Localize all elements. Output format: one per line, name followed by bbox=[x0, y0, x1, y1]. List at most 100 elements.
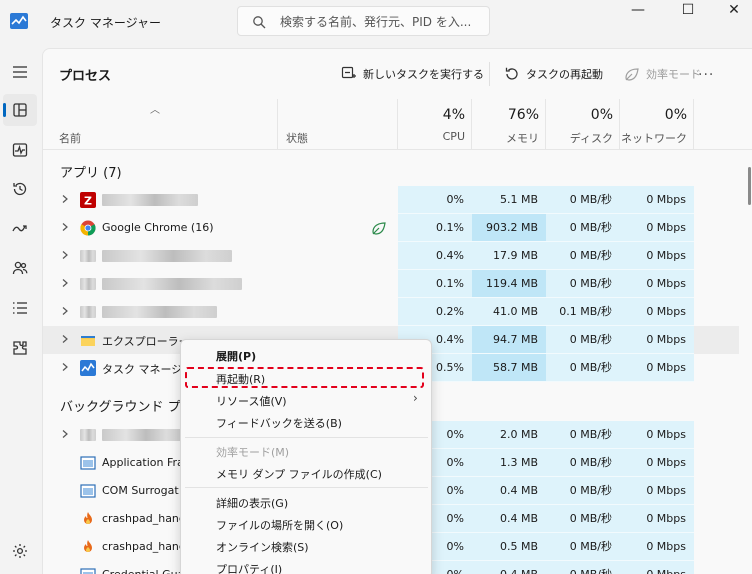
restart-task-label: タスクの再起動 bbox=[526, 68, 603, 81]
sidebar-item-services[interactable] bbox=[3, 332, 37, 364]
new-task-icon bbox=[341, 66, 356, 79]
expand-chevron-right-icon[interactable] bbox=[60, 362, 70, 372]
redacted-process-name bbox=[102, 250, 232, 262]
network-cell: 0 Mbps bbox=[620, 326, 694, 354]
expand-chevron-right-icon[interactable] bbox=[60, 278, 70, 288]
memory-total: 76% bbox=[507, 107, 539, 123]
efficiency-mode-button[interactable]: 効率モード bbox=[624, 63, 701, 85]
expand-chevron-right-icon[interactable] bbox=[60, 429, 70, 439]
services-icon bbox=[13, 341, 27, 355]
settings-icon bbox=[13, 544, 27, 558]
more-options-button[interactable]: ... bbox=[698, 63, 714, 79]
sidebar-item-settings[interactable] bbox=[3, 535, 37, 567]
svg-text:Z: Z bbox=[84, 195, 92, 208]
search-input[interactable] bbox=[280, 12, 480, 32]
hamburger-menu-button[interactable] bbox=[3, 56, 37, 88]
menu-item-expand[interactable]: 展開(P) bbox=[216, 348, 256, 364]
redacted-process-name bbox=[102, 194, 198, 206]
search-icon bbox=[253, 16, 266, 29]
app-title: タスク マネージャー bbox=[50, 16, 161, 30]
sidebar bbox=[0, 44, 42, 574]
startup-apps-icon bbox=[12, 225, 27, 232]
restart-icon bbox=[505, 67, 518, 80]
minimize-button[interactable]: — bbox=[616, 0, 660, 20]
memory-cell: 1.3 MB bbox=[472, 449, 546, 477]
group-title-apps: アプリ (7) bbox=[60, 166, 122, 181]
page-title: プロセス bbox=[59, 69, 112, 84]
memory-cell: 58.7 MB bbox=[472, 354, 546, 382]
process-row[interactable]: Google Chrome (16) 0.1% 903.2 MB 0 MB/秒 0 Mb… bbox=[43, 214, 739, 242]
details-icon bbox=[13, 302, 27, 314]
disk-label: ディスク bbox=[569, 132, 613, 145]
maximize-button[interactable]: ☐ bbox=[666, 0, 710, 20]
cpu-cell: 0% bbox=[398, 186, 472, 214]
filezilla-icon: Z bbox=[80, 192, 96, 208]
sidebar-item-processes[interactable] bbox=[3, 94, 37, 126]
users-icon bbox=[12, 261, 28, 275]
disk-cell: 0 MB/秒 bbox=[546, 421, 620, 449]
vertical-scrollbar-thumb[interactable] bbox=[748, 167, 751, 205]
memory-cell: 94.7 MB bbox=[472, 326, 546, 354]
expand-chevron-right-icon[interactable] bbox=[60, 222, 70, 232]
column-status-label: 状態 bbox=[286, 132, 308, 145]
cpu-label: CPU bbox=[442, 130, 465, 143]
toolbar-divider bbox=[489, 62, 490, 86]
menu-item-efficiency-mode[interactable]: 効率モード(M) bbox=[216, 444, 289, 460]
expand-chevron-right-icon[interactable] bbox=[60, 334, 70, 344]
run-new-task-button[interactable]: 新しいタスクを実行する bbox=[341, 63, 484, 85]
expand-chevron-right-icon[interactable] bbox=[60, 306, 70, 316]
redacted-process-name bbox=[80, 429, 96, 441]
process-row[interactable]: 0.1% 119.4 MB 0 MB/秒 0 Mbps bbox=[43, 270, 739, 298]
search-box[interactable] bbox=[237, 6, 490, 36]
disk-cell: 0 MB/秒 bbox=[546, 505, 620, 533]
task-manager-icon bbox=[80, 360, 96, 376]
redacted-process-name bbox=[102, 278, 242, 290]
disk-cell: 0 MB/秒 bbox=[546, 326, 620, 354]
menu-item-open-file-location[interactable]: ファイルの場所を開く(O) bbox=[216, 517, 343, 533]
sidebar-item-users[interactable] bbox=[3, 252, 37, 284]
app-history-icon bbox=[13, 182, 27, 196]
cpu-cell: 0.2% bbox=[398, 298, 472, 326]
close-button[interactable]: ✕ bbox=[712, 0, 752, 20]
column-name-label: 名前 bbox=[59, 132, 81, 145]
cpu-cell: 0.1% bbox=[398, 214, 472, 242]
sidebar-item-performance[interactable] bbox=[3, 134, 37, 166]
process-name: crashpad_hand bbox=[102, 540, 186, 553]
disk-cell: 0 MB/秒 bbox=[546, 449, 620, 477]
process-name: COM Surrogat bbox=[102, 484, 179, 497]
expand-chevron-right-icon[interactable] bbox=[60, 194, 70, 204]
application-window-icon bbox=[80, 568, 96, 574]
menu-item-resource-values[interactable]: リソース値(V) bbox=[216, 393, 287, 409]
process-row[interactable]: 0.4% 17.9 MB 0 MB/秒 0 Mbps bbox=[43, 242, 739, 270]
process-row[interactable]: Z 0% 5.1 MB 0 MB/秒 0 Mbps bbox=[43, 186, 739, 214]
cpu-cell: 0.1% bbox=[398, 270, 472, 298]
restart-task-button[interactable]: タスクの再起動 bbox=[504, 63, 603, 85]
memory-cell: 0.4 MB bbox=[472, 505, 546, 533]
expand-chevron-right-icon[interactable] bbox=[60, 250, 70, 260]
redacted-process-name bbox=[80, 250, 96, 262]
task-manager-logo-icon bbox=[10, 13, 28, 29]
process-row[interactable]: 0.2% 41.0 MB 0.1 MB/秒 0 Mbps bbox=[43, 298, 739, 326]
process-name: Credential Gua bbox=[102, 568, 184, 574]
sort-up-chevron-icon: ︿ bbox=[150, 105, 160, 116]
network-cell: 0 Mbps bbox=[620, 270, 694, 298]
network-cell: 0 Mbps bbox=[620, 214, 694, 242]
menu-item-details[interactable]: 詳細の表示(G) bbox=[216, 495, 288, 511]
crashpad-handler-icon bbox=[84, 512, 92, 524]
memory-cell: 0.4 MB bbox=[472, 477, 546, 505]
application-window-icon bbox=[80, 456, 96, 470]
memory-cell: 41.0 MB bbox=[472, 298, 546, 326]
menu-item-create-dump[interactable]: メモリ ダンプ ファイルの作成(C) bbox=[216, 466, 382, 482]
sidebar-item-app-history[interactable] bbox=[3, 173, 37, 205]
sidebar-item-details[interactable] bbox=[3, 292, 37, 324]
menu-item-properties[interactable]: プロパティ(I) bbox=[216, 561, 282, 574]
chrome-icon bbox=[80, 220, 96, 236]
memory-cell: 17.9 MB bbox=[472, 242, 546, 270]
network-cell: 0 Mbps bbox=[620, 354, 694, 382]
menu-item-search-online[interactable]: オンライン検索(S) bbox=[216, 539, 309, 555]
disk-cell: 0 MB/秒 bbox=[546, 533, 620, 561]
menu-separator bbox=[185, 437, 428, 438]
menu-item-feedback[interactable]: フィードバックを送る(B) bbox=[216, 415, 342, 431]
sidebar-item-startup-apps[interactable] bbox=[3, 213, 37, 245]
process-name: Application Fra bbox=[102, 456, 184, 469]
